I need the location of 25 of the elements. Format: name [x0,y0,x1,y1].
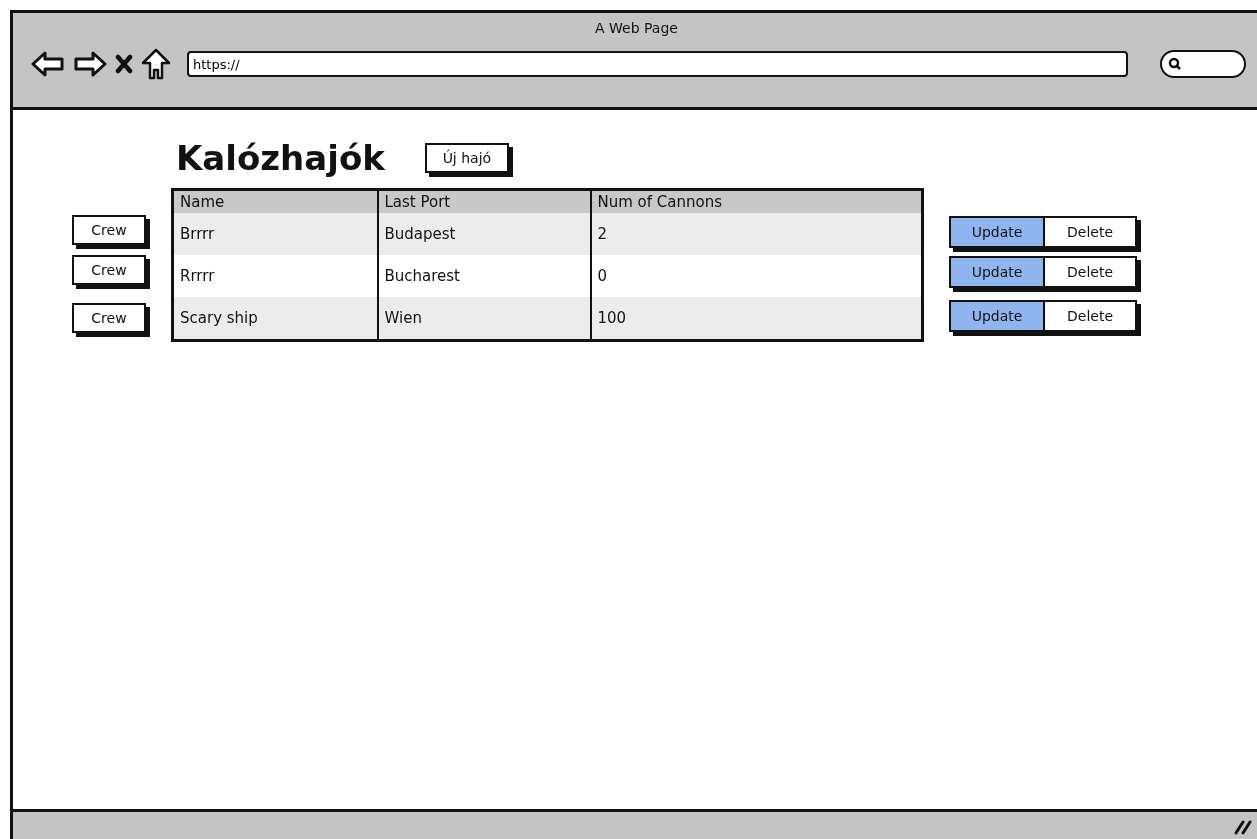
search-field[interactable] [1160,50,1246,78]
table-cell: Bucharest [377,255,591,297]
close-icon[interactable] [115,54,133,74]
table-cell: Wien [377,297,591,341]
column-header: Name [172,189,378,213]
home-icon[interactable] [141,48,171,80]
table-cell: 0 [590,255,923,297]
table-cell: Brrrr [172,213,378,255]
table-cell: 100 [590,297,923,341]
column-header: Last Port [377,189,591,213]
column-header: Num of Cannons [590,189,923,213]
page-heading: Kalózhajók [176,138,385,178]
table-cell: 2 [590,213,923,255]
address-field[interactable]: https:// [187,51,1128,77]
update-button[interactable]: Update [951,218,1043,246]
update-button[interactable]: Update [951,302,1043,330]
forward-arrow-icon[interactable] [73,50,107,78]
search-icon [1168,57,1182,71]
resize-grip-icon[interactable] [1234,819,1252,835]
table-cell: Rrrrr [172,255,378,297]
back-arrow-icon[interactable] [31,50,65,78]
table-cell: Scary ship [172,297,378,341]
window-title: A Web Page [595,19,678,38]
table-cell: Budapest [377,213,591,255]
update-button[interactable]: Update [951,258,1043,286]
